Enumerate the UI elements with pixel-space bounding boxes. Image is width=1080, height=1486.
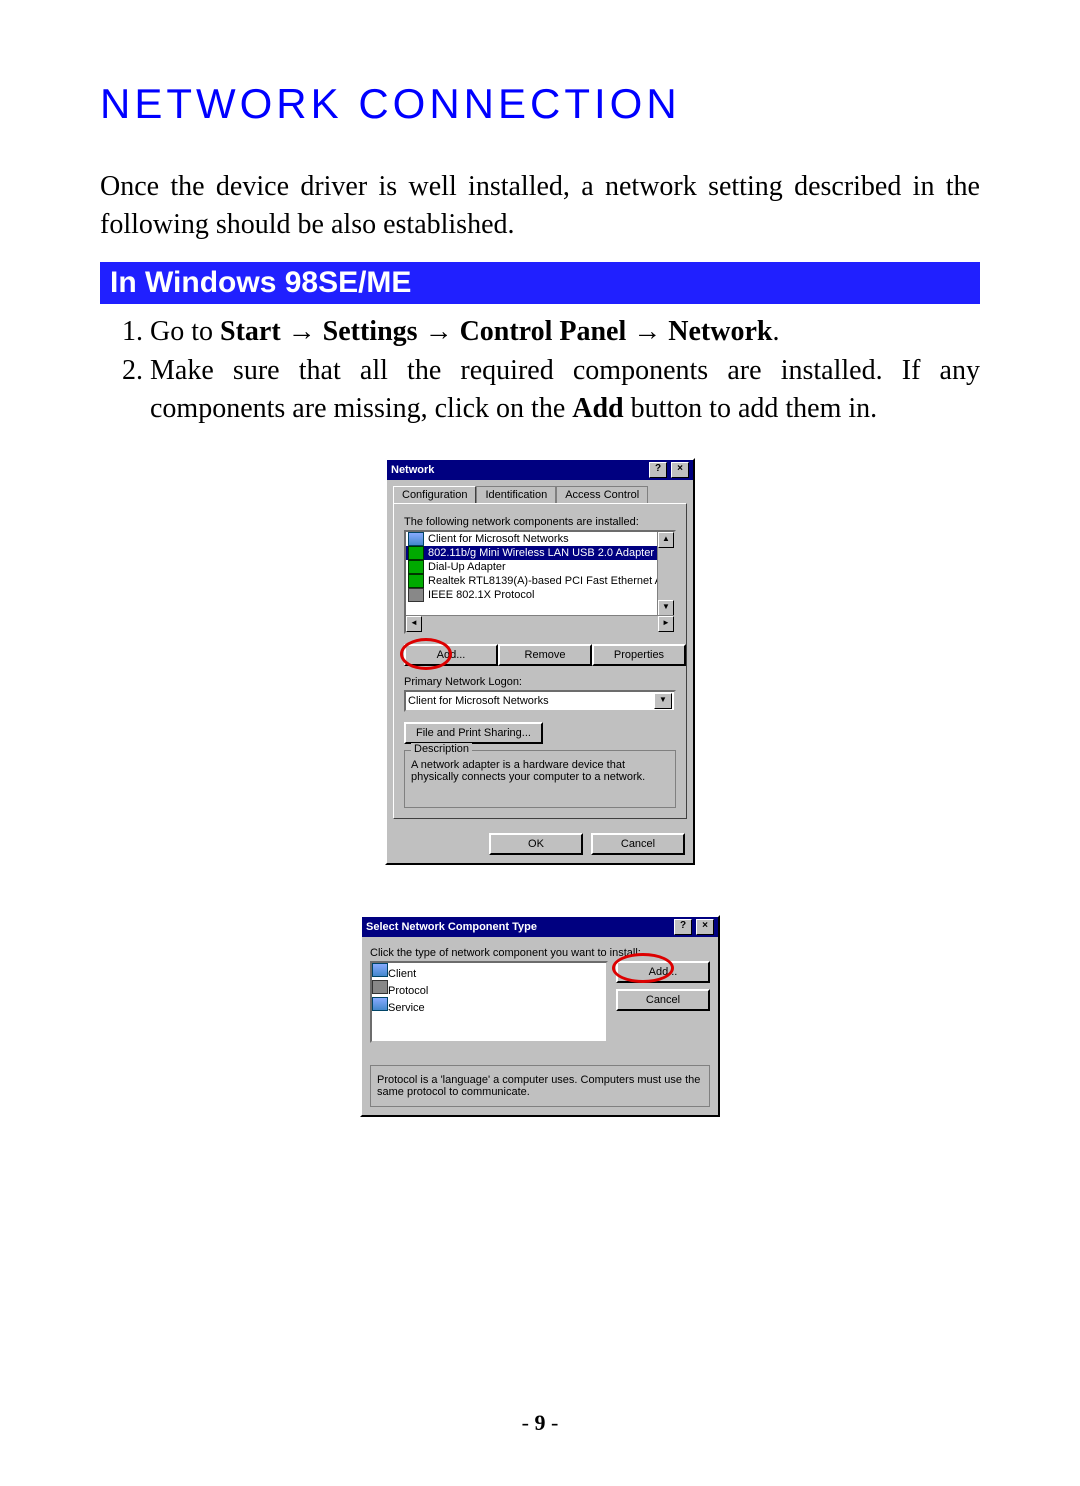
component-types-listbox[interactable]: Client Protocol Service (370, 961, 608, 1043)
description-group: Protocol is a 'language' a computer uses… (370, 1065, 710, 1107)
dropdown-value: Client for Microsoft Networks (408, 695, 549, 707)
list-item[interactable]: 802.11b/g Mini Wireless LAN USB 2.0 Adap… (406, 546, 674, 560)
dialog-titlebar[interactable]: Network ? × (387, 460, 693, 480)
protocol-icon (408, 588, 424, 602)
page-number: - 9 - (0, 1410, 1080, 1436)
close-icon[interactable]: × (671, 462, 689, 478)
primary-logon-label: Primary Network Logon: (404, 676, 676, 688)
scrollbar-vertical[interactable]: ▲ ▼ (657, 532, 674, 616)
instruction-label: Click the type of network component you … (370, 947, 710, 959)
service-icon (372, 997, 388, 1011)
dialog-title: Select Network Component Type (366, 921, 670, 933)
help-icon[interactable]: ? (649, 462, 667, 478)
adapter-icon (408, 574, 424, 588)
chevron-down-icon[interactable]: ▼ (654, 693, 672, 709)
list-item[interactable]: Client for Microsoft Networks (406, 532, 674, 546)
intro-paragraph: Once the device driver is well installed… (100, 168, 980, 244)
add-button[interactable]: Add... (616, 961, 710, 983)
help-icon[interactable]: ? (674, 919, 692, 935)
add-button[interactable]: Add... (404, 644, 498, 666)
dialog-title: Network (391, 464, 645, 476)
tab-strip: Configuration Identification Access Cont… (387, 480, 693, 503)
select-component-dialog: Select Network Component Type ? × Click … (360, 915, 720, 1117)
scroll-down-icon[interactable]: ▼ (658, 600, 674, 616)
list-item[interactable]: Dial-Up Adapter (406, 560, 674, 574)
step-2: Make sure that all the required componen… (150, 352, 980, 428)
group-label: Description (411, 743, 472, 755)
scroll-left-icon[interactable]: ◄ (406, 616, 422, 632)
close-icon[interactable]: × (696, 919, 714, 935)
list-item[interactable]: Realtek RTL8139(A)-based PCI Fast Ethern… (406, 574, 674, 588)
ok-button[interactable]: OK (489, 833, 583, 855)
description-text: A network adapter is a hardware device t… (411, 759, 669, 799)
list-item[interactable]: Client (372, 963, 606, 980)
protocol-icon (372, 980, 388, 994)
tab-access-control[interactable]: Access Control (556, 486, 648, 503)
description-text: Protocol is a 'language' a computer uses… (377, 1074, 703, 1098)
client-icon (372, 963, 388, 977)
cancel-button[interactable]: Cancel (591, 833, 685, 855)
list-item[interactable]: Service (372, 997, 606, 1014)
properties-button[interactable]: Properties (592, 644, 686, 666)
adapter-icon (408, 560, 424, 574)
description-group: Description A network adapter is a hardw… (404, 750, 676, 808)
dialog-titlebar[interactable]: Select Network Component Type ? × (362, 917, 718, 937)
list-item[interactable]: IEEE 802.1X Protocol (406, 588, 674, 602)
scroll-up-icon[interactable]: ▲ (658, 532, 674, 548)
client-icon (408, 532, 424, 546)
tab-identification[interactable]: Identification (476, 486, 556, 503)
network-dialog: Network ? × Configuration Identification… (385, 458, 695, 865)
installed-label: The following network components are ins… (404, 516, 676, 528)
tab-configuration[interactable]: Configuration (393, 486, 476, 503)
file-print-sharing-button[interactable]: File and Print Sharing... (404, 722, 543, 744)
step-1: Go to Start → Settings → Control Panel →… (150, 312, 980, 351)
components-listbox[interactable]: Client for Microsoft Networks 802.11b/g … (404, 530, 676, 634)
page-heading: NETWORK CONNECTION (100, 80, 980, 128)
remove-button[interactable]: Remove (498, 644, 592, 666)
adapter-icon (408, 546, 424, 560)
scrollbar-horizontal[interactable]: ◄ ► (406, 615, 674, 632)
primary-logon-select[interactable]: Client for Microsoft Networks ▼ (404, 690, 676, 712)
scroll-right-icon[interactable]: ► (658, 616, 674, 632)
list-item[interactable]: Protocol (372, 980, 606, 997)
section-header: In Windows 98SE/ME (100, 262, 980, 304)
cancel-button[interactable]: Cancel (616, 989, 710, 1011)
